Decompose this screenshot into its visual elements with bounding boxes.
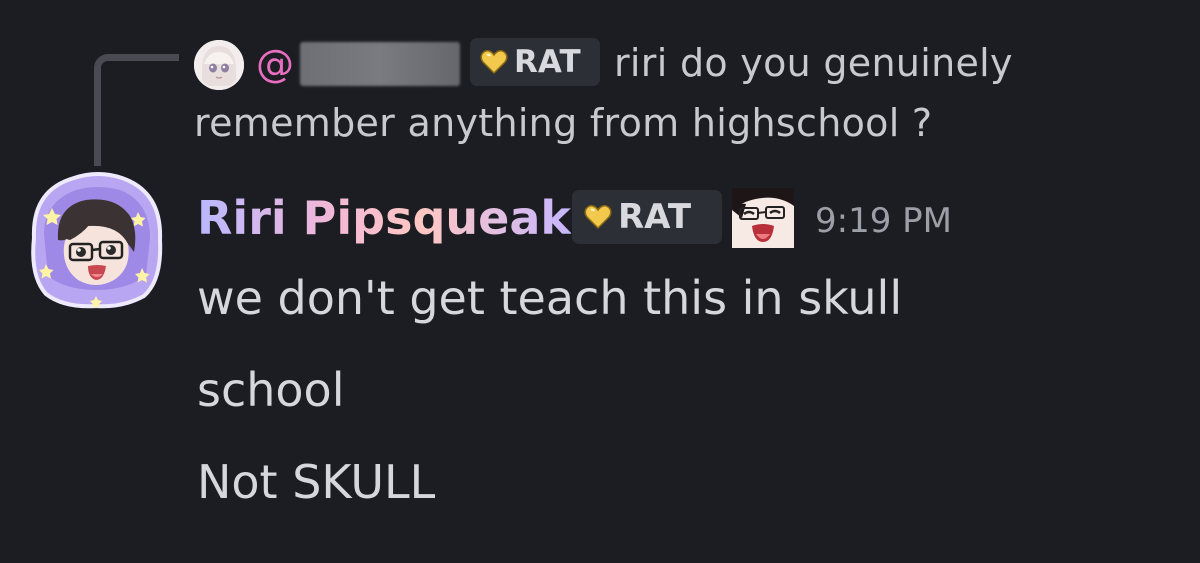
redacted-username — [300, 42, 460, 86]
reply-tag-label: RAT — [514, 44, 581, 80]
chat-message-group: @ RAT riri do you genuinely remember any… — [0, 0, 1200, 563]
message-timestamp[interactable]: 9:19 PM — [815, 198, 952, 244]
reply-avatar-face-icon — [194, 40, 244, 90]
author-role-tag[interactable]: RAT — [572, 190, 722, 244]
gold-heart-icon — [480, 50, 508, 75]
message-text-line-1: we don't get teach this in skull — [197, 271, 903, 325]
reply-author-role-tag[interactable]: RAT — [470, 38, 600, 86]
reply-text-line-1: riri do you genuinely — [614, 41, 1013, 85]
message-text-line-2: school — [197, 363, 345, 417]
reply-connector-line — [94, 54, 179, 166]
message-text-line-3: Not SKULL — [197, 455, 436, 509]
author-avatar[interactable] — [26, 168, 168, 310]
author-avatar-image — [31, 172, 163, 309]
author-tag-label: RAT — [618, 197, 692, 237]
reply-author-mention[interactable]: @ — [256, 38, 294, 90]
gold-heart-icon — [584, 205, 612, 230]
glasses-face-emoji-icon[interactable] — [732, 188, 794, 248]
author-username[interactable]: Riri Pipsqueak — [197, 188, 571, 248]
emoji-image — [732, 188, 794, 248]
reply-author-avatar[interactable] — [194, 40, 244, 90]
reply-text-line-2: remember anything from highschool ? — [194, 101, 933, 145]
